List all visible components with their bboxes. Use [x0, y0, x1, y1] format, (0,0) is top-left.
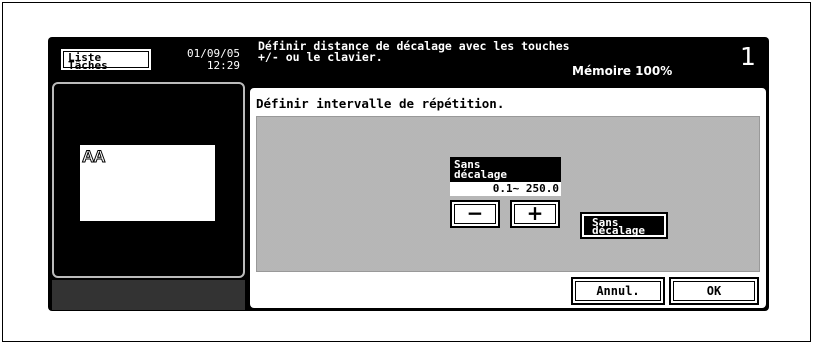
page-preview: AA: [80, 145, 215, 221]
instruction-message: Définir distance de décalage avec les to…: [258, 39, 570, 64]
job-list-button[interactable]: Liste Tâches: [59, 47, 153, 72]
time: 12:29: [206, 59, 240, 72]
job-list-label-2: Tâches: [68, 59, 108, 72]
no-offset-label-2: décalage: [592, 224, 645, 237]
range-display: 0.1~ 250.0: [450, 182, 561, 196]
dialog-title: Définir intervalle de répétition.: [256, 96, 505, 111]
preview-text: AA: [82, 147, 107, 167]
memory-status: Mémoire 100%: [572, 64, 673, 78]
decrement-button[interactable]: −: [450, 200, 500, 228]
cancel-button[interactable]: Annul.: [571, 277, 665, 305]
spinner-label: Sans décalage: [450, 157, 561, 182]
no-offset-button[interactable]: Sans décalage: [580, 212, 668, 239]
preview-footer: [52, 280, 245, 310]
ok-button[interactable]: OK: [669, 277, 759, 305]
page-number: 1: [740, 42, 756, 71]
increment-button[interactable]: +: [510, 200, 560, 228]
spinner-label-line2: décalage: [454, 168, 507, 181]
